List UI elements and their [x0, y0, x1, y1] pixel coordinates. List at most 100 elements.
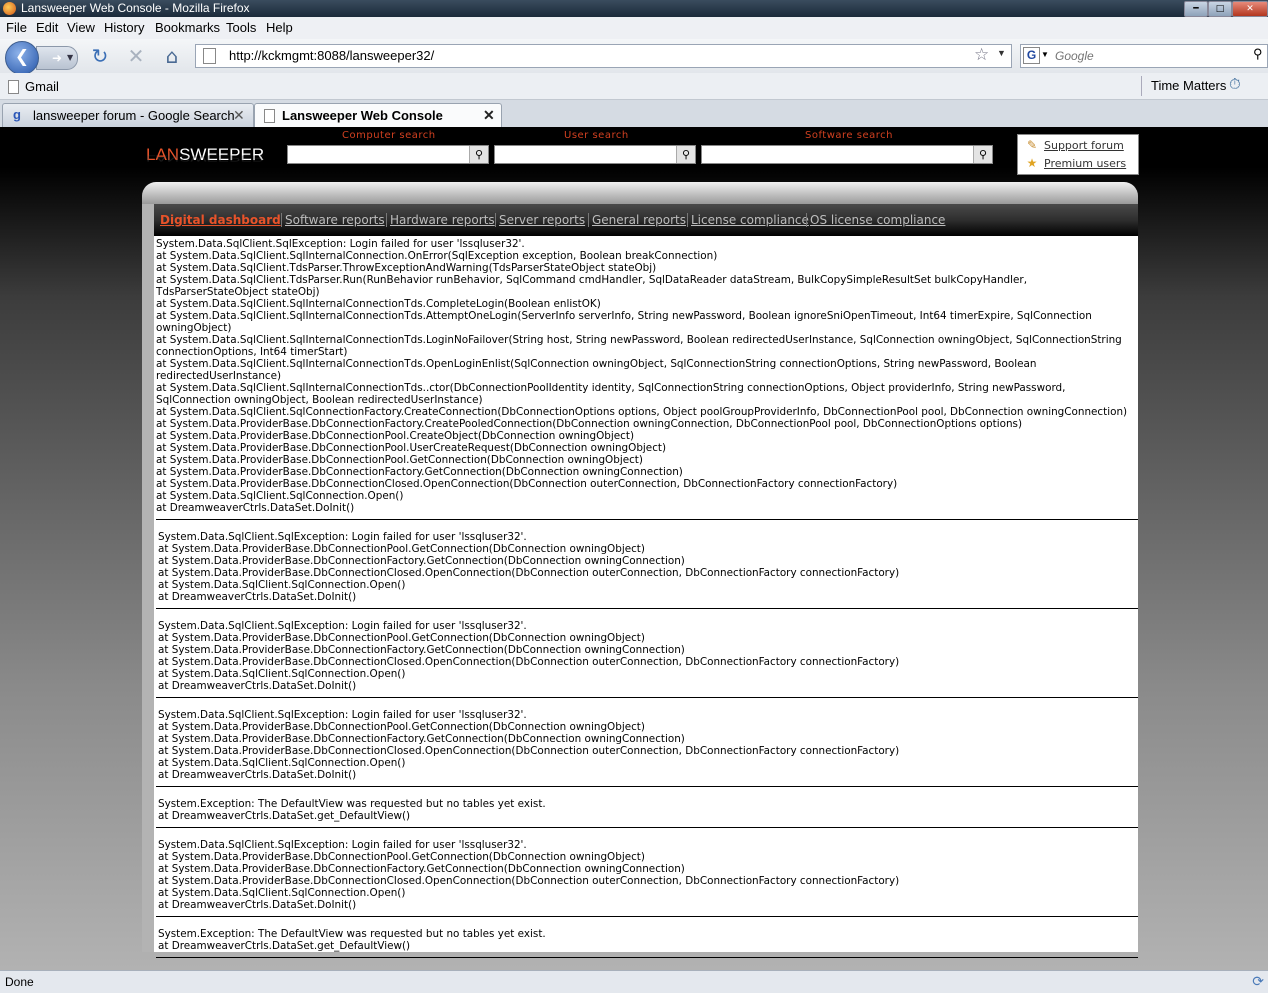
software-search-input[interactable] [702, 146, 970, 163]
user-search-input[interactable] [495, 146, 673, 163]
error-message: System.Data.SqlClient.SqlException: Logi… [156, 238, 525, 250]
nav-os-license-compliance[interactable]: OS license compliance [806, 213, 945, 227]
search-icon[interactable]: ⚲ [676, 146, 695, 163]
stack-trace-line: at System.Data.ProviderBase.DbConnection… [156, 466, 683, 478]
stack-trace-line: at DreamweaverCtrls.DataSet.DoInit() [158, 680, 357, 692]
search-engine-input[interactable] [1053, 47, 1247, 65]
menu-view[interactable]: View [67, 20, 95, 35]
stack-trace-line: at System.Data.SqlClient.TdsParser.Throw… [156, 262, 657, 274]
nav-server-reports[interactable]: Server reports [495, 213, 585, 227]
close-tab-icon[interactable]: ✕ [233, 107, 245, 124]
tab-google-search[interactable]: g lansweeper forum - Google Search ✕ [2, 103, 254, 128]
stack-trace-line: at System.Data.SqlClient.SqlInternalConn… [156, 358, 1040, 382]
computer-search-label: Computer search [342, 130, 436, 141]
error-block: System.Data.SqlClient.SqlException: Logi… [156, 839, 1138, 917]
search-engine-box[interactable]: G ▼ ⚲ [1020, 44, 1268, 68]
content-header-curve [142, 182, 1138, 204]
stack-trace-line: at System.Data.ProviderBase.DbConnection… [156, 430, 634, 442]
stack-trace-line: at System.Data.SqlClient.SqlConnection.O… [158, 579, 406, 591]
stack-trace-line: at System.Data.SqlClient.TdsParser.Run(R… [156, 274, 1031, 298]
user-search-label: User search [564, 130, 629, 141]
error-block: System.Data.SqlClient.SqlException: Logi… [156, 709, 1138, 787]
nav-general-reports[interactable]: General reports [588, 213, 686, 227]
stack-trace-line: at System.Data.SqlClient.SqlInternalConn… [156, 382, 1069, 406]
stack-trace-line: at System.Data.SqlClient.SqlInternalConn… [156, 310, 1096, 334]
support-links-box: ✎ Support forum ★ Premium users [1017, 134, 1139, 175]
stack-trace-line: at System.Data.SqlClient.SqlInternalConn… [156, 334, 1126, 358]
stack-trace-line: at System.Data.SqlClient.SqlConnectionFa… [156, 406, 1128, 418]
url-dropdown-icon[interactable]: ▼ [997, 48, 1006, 58]
maximize-button[interactable]: □ [1208, 1, 1232, 17]
stack-trace-line: at System.Data.ProviderBase.DbConnection… [156, 418, 1023, 430]
time-matters-icon[interactable]: ⏱ [1229, 76, 1241, 93]
stack-trace-line: at System.Data.ProviderBase.DbConnection… [158, 644, 685, 656]
google-icon[interactable]: G [1023, 47, 1040, 64]
error-list: System.Data.SqlClient.SqlException: Logi… [156, 238, 1138, 969]
window-title: Lansweeper Web Console - Mozilla Firefox [21, 1, 250, 15]
engine-dropdown-icon[interactable]: ▼ [1041, 50, 1049, 59]
software-search-field[interactable]: ⚲ [701, 145, 993, 164]
nav-hardware-reports[interactable]: Hardware reports [386, 213, 495, 227]
web-page: LANSWEEPER LANSWEEPER Computer search Us… [0, 127, 1268, 970]
star-icon: ★ [1026, 156, 1038, 170]
stack-trace-line: at System.Data.SqlClient.SqlConnection.O… [158, 668, 406, 680]
user-search-field[interactable]: ⚲ [494, 145, 696, 164]
home-icon[interactable]: ⌂ [160, 44, 184, 68]
close-window-button[interactable]: ✕ [1232, 1, 1268, 17]
report-nav: Digital dashboard Software reports Hardw… [154, 204, 1138, 236]
stack-trace-line: at System.Data.ProviderBase.DbConnection… [158, 733, 685, 745]
address-bar[interactable]: http://kckmgmt:8088/lansweeper32/ ☆ ▼ [195, 44, 1012, 68]
tab-lansweeper[interactable]: Lansweeper Web Console ✕ [254, 103, 502, 128]
bookmark-star-icon[interactable]: ☆ [974, 45, 989, 65]
software-search-label: Software search [805, 130, 893, 141]
stack-trace-line: at System.Data.ProviderBase.DbConnection… [156, 442, 667, 454]
menu-edit[interactable]: Edit [36, 20, 58, 35]
bookmarks-toolbar: Gmail Time Matters ⏱ [0, 73, 1268, 100]
computer-search-field[interactable]: ⚲ [287, 145, 489, 164]
nav-license-compliance[interactable]: License compliance [687, 213, 809, 227]
stack-trace-line: at System.Data.ProviderBase.DbConnection… [158, 851, 645, 863]
menu-history[interactable]: History [104, 20, 144, 35]
stack-trace-line: at System.Data.ProviderBase.DbConnection… [156, 478, 898, 490]
stack-trace-line: at System.Data.ProviderBase.DbConnection… [158, 721, 645, 733]
error-message: System.Data.SqlClient.SqlException: Logi… [158, 839, 527, 851]
firefox-icon [3, 2, 16, 15]
stack-trace-line: at DreamweaverCtrls.DataSet.DoInit() [158, 769, 357, 781]
error-message: System.Data.SqlClient.SqlException: Logi… [158, 620, 527, 632]
reload-icon[interactable]: ↻ [88, 44, 112, 68]
back-button[interactable]: ❮ [5, 41, 39, 75]
error-message: System.Data.SqlClient.SqlException: Logi… [158, 709, 527, 721]
status-icon: ⟳ [1252, 973, 1264, 989]
nav-digital-dashboard[interactable]: Digital dashboard [160, 213, 281, 227]
error-block: System.Exception: The DefaultView was re… [156, 798, 1138, 828]
menu-bookmarks[interactable]: Bookmarks [155, 20, 220, 35]
stack-trace-line: at System.Data.ProviderBase.DbConnection… [158, 555, 685, 567]
stack-trace-line: at System.Data.SqlClient.SqlConnection.O… [158, 757, 406, 769]
error-message: System.Exception: The DefaultView was re… [158, 798, 546, 810]
stack-trace-line: at System.Data.ProviderBase.DbConnection… [158, 863, 685, 875]
tab-strip: g lansweeper forum - Google Search ✕ Lan… [0, 100, 1268, 128]
menu-help[interactable]: Help [266, 20, 293, 35]
computer-search-input[interactable] [288, 146, 466, 163]
stack-trace-line: at DreamweaverCtrls.DataSet.DoInit() [156, 502, 355, 514]
search-icon[interactable]: ⚲ [973, 146, 992, 163]
stack-trace-line: at System.Data.ProviderBase.DbConnection… [158, 875, 900, 887]
page-icon [203, 48, 216, 64]
search-icon[interactable]: ⚲ [469, 146, 488, 163]
menu-file[interactable]: File [6, 20, 27, 35]
search-icon[interactable]: ⚲ [1253, 46, 1263, 62]
support-forum-link[interactable]: Support forum [1044, 139, 1124, 152]
error-message: System.Data.SqlClient.SqlException: Logi… [158, 531, 527, 543]
stop-icon[interactable]: ✕ [124, 44, 148, 68]
bookmark-gmail[interactable]: Gmail [25, 79, 59, 94]
tab-label: Lansweeper Web Console [282, 108, 443, 123]
minimize-button[interactable]: ━ [1184, 1, 1208, 17]
stack-trace-line: at DreamweaverCtrls.DataSet.get_DefaultV… [158, 810, 411, 822]
stack-trace-line: at DreamweaverCtrls.DataSet.DoInit() [158, 899, 357, 911]
nav-software-reports[interactable]: Software reports [281, 213, 385, 227]
close-tab-icon[interactable]: ✕ [483, 107, 495, 124]
time-matters-label[interactable]: Time Matters [1151, 78, 1226, 93]
forward-button[interactable]: ➜ ▼ [36, 46, 78, 70]
premium-users-link[interactable]: Premium users [1044, 157, 1126, 170]
menu-tools[interactable]: Tools [226, 20, 256, 35]
